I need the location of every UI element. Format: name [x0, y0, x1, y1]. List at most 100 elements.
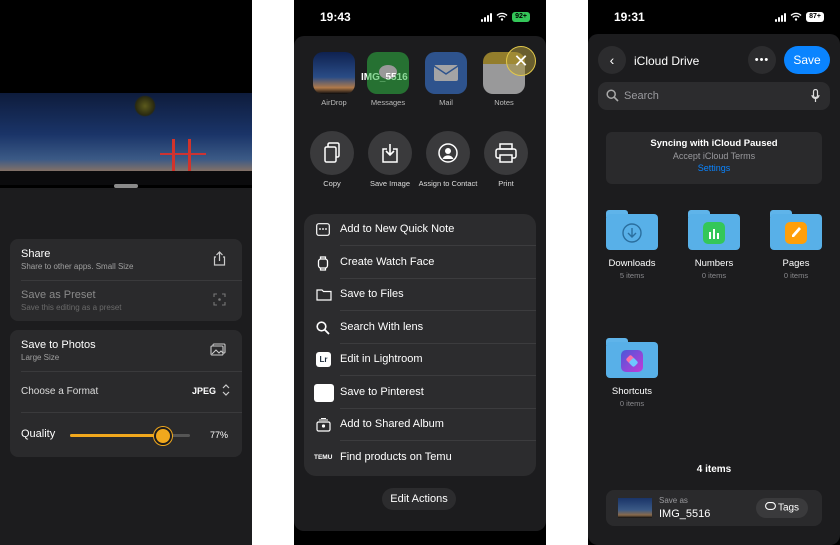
crop-icon: [213, 293, 226, 309]
icloud-save-panel: 19:31 87+ ‹ iCloud Drive ••• Save Search…: [588, 0, 840, 545]
menu-label: Save to Files: [340, 288, 404, 300]
app-mail[interactable]: Mail: [424, 52, 468, 107]
save-as-label: Save as: [659, 496, 688, 505]
menu-label: Add to New Quick Note: [340, 223, 455, 235]
close-button[interactable]: ✕: [506, 46, 536, 76]
photo-editor-export-panel: Share Share to other apps. Small Size Sa…: [0, 0, 252, 545]
save-preset-row[interactable]: Save as Preset Save this editing as a pr…: [10, 280, 242, 321]
back-button[interactable]: ‹: [598, 46, 626, 74]
save-to-photos-row[interactable]: Save to Photos Large Size: [10, 330, 242, 371]
preset-subtitle: Save this editing as a preset: [21, 303, 122, 312]
menu-label: Add to Shared Album: [340, 418, 444, 430]
icloud-sheet: ‹ iCloud Drive ••• Save Search Syncing w…: [588, 34, 840, 545]
app-label: Notes: [494, 98, 514, 107]
folder-icon: [316, 288, 332, 302]
banner-title: Syncing with iCloud Paused: [650, 138, 778, 149]
microphone-icon[interactable]: [811, 88, 820, 108]
downloads-folder-icon: [606, 210, 658, 250]
battery-icon: 87+: [806, 12, 824, 22]
close-icon: ✕: [513, 51, 529, 71]
banner-subtitle: Accept iCloud Terms: [672, 151, 756, 161]
status-bar: 19:43 92+: [294, 0, 546, 34]
page-title: iCloud Drive: [634, 54, 700, 68]
app-airdrop[interactable]: IMG_5516 AirDrop: [312, 52, 408, 107]
contact-icon: [426, 131, 470, 175]
filename-field[interactable]: IMG_5516: [659, 508, 710, 520]
folder-count: 0 items: [783, 271, 809, 280]
search-icon: [606, 89, 619, 107]
app-messages[interactable]: Messages: [366, 52, 410, 107]
action-save-image[interactable]: Save Image: [360, 131, 420, 189]
action-print[interactable]: Print: [476, 131, 536, 189]
photo-preview: [0, 93, 252, 185]
menu-label: Search With lens: [340, 320, 424, 333]
edit-actions-button[interactable]: Edit Actions: [382, 488, 456, 510]
share-sheet: IMG_5516 AirDrop Messages Mail Notes: [294, 36, 546, 531]
menu-item-pinterest[interactable]: Save to Pinterest: [304, 377, 536, 409]
save-as-bar: Save as IMG_5516 Tags: [606, 490, 822, 526]
app-label: Mail: [439, 98, 453, 107]
menu-item-save-to-files[interactable]: Save to Files: [304, 279, 536, 311]
menu-item-shared-album[interactable]: Add to Shared Album: [304, 409, 536, 441]
menu-item-quick-note[interactable]: Add to New Quick Note: [304, 214, 536, 246]
folder-count: 5 items: [619, 271, 645, 280]
quality-label: Quality: [21, 428, 56, 440]
quality-value: 77%: [209, 430, 228, 440]
items-count: 4 items: [696, 464, 732, 475]
save-button[interactable]: Save: [784, 46, 830, 74]
action-label: Print: [498, 179, 514, 188]
actions-menu: Add to New Quick Note Create Watch Face …: [304, 214, 536, 476]
app-label: AirDrop: [321, 98, 347, 107]
format-row[interactable]: Choose a Format JPEG: [10, 371, 242, 412]
share-row[interactable]: Share Share to other apps. Small Size: [10, 239, 242, 280]
menu-item-lightroom[interactable]: Lr Edit in Lightroom: [304, 344, 536, 376]
format-value[interactable]: JPEG: [192, 386, 216, 396]
chevron-updown-icon: [222, 383, 230, 402]
save-photos-title: Save to Photos: [21, 339, 96, 351]
file-thumbnail: [618, 498, 652, 518]
tags-label: Tags: [777, 502, 800, 514]
folder-name: Downloads: [608, 258, 656, 269]
signal-icon: [481, 12, 492, 22]
save-photos-subtitle: Large Size: [21, 353, 60, 362]
folder-shortcuts[interactable]: Shortcuts 0 items: [602, 338, 662, 408]
share-card: Share Share to other apps. Small Size Sa…: [10, 239, 242, 321]
copy-icon: [310, 131, 354, 175]
signal-icon: [775, 12, 786, 22]
tags-button[interactable]: Tags: [756, 498, 808, 518]
search-icon: [316, 320, 332, 335]
photos-icon: [210, 343, 226, 359]
settings-link[interactable]: Settings: [606, 163, 822, 173]
menu-label: Edit in Lightroom: [340, 353, 423, 365]
mail-icon: [425, 52, 467, 94]
action-assign-contact[interactable]: Assign to Contact: [418, 131, 478, 189]
folder-count: 0 items: [619, 399, 645, 408]
menu-item-watch-face[interactable]: Create Watch Face: [304, 247, 536, 279]
folder-count: 0 items: [701, 271, 727, 280]
quick-note-icon: [316, 223, 332, 237]
more-button[interactable]: •••: [748, 46, 776, 74]
pages-folder-icon: [770, 210, 822, 250]
folder-downloads[interactable]: Downloads 5 items: [602, 210, 662, 280]
save-image-icon: [368, 131, 412, 175]
menu-label: Find products on Temu: [340, 450, 452, 463]
menu-item-temu[interactable]: TEMU Find products on Temu: [304, 442, 536, 474]
search-field[interactable]: Search: [598, 82, 830, 110]
search-placeholder: Search: [624, 90, 659, 102]
preset-title: Save as Preset: [21, 289, 96, 301]
share-sheet-panel: 19:43 92+ IMG_5516 AirDrop Messages: [294, 0, 546, 545]
quality-slider[interactable]: [0, 330, 252, 445]
menu-item-search-lens[interactable]: Search With lens: [304, 312, 536, 344]
format-label: Choose a Format: [21, 386, 99, 397]
folder-name: Numbers: [694, 258, 734, 269]
export-sheet: Share Share to other apps. Small Size Sa…: [0, 188, 252, 545]
temu-icon: TEMU: [314, 453, 333, 461]
action-copy[interactable]: Copy: [302, 131, 362, 189]
action-label: Save Image: [369, 179, 411, 188]
folder-pages[interactable]: Pages 0 items: [766, 210, 826, 280]
pinterest-icon: [314, 383, 334, 402]
status-time: 19:43: [320, 10, 351, 24]
folder-numbers[interactable]: Numbers 0 items: [684, 210, 744, 280]
print-icon: [484, 131, 528, 175]
folder-name: Shortcuts: [611, 386, 653, 397]
